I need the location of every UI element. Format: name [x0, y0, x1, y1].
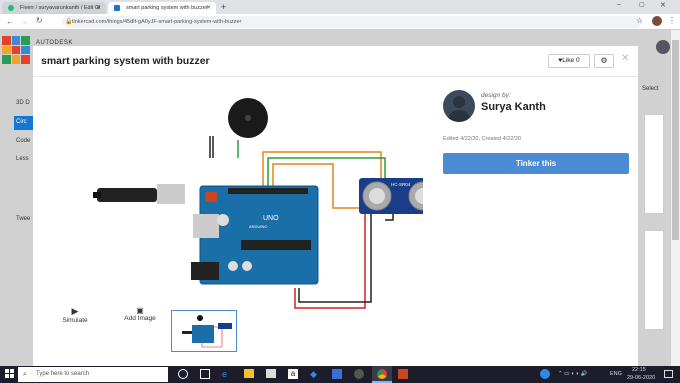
tray-icons[interactable]: ⌃ ▭ ◖ ◗ 🔊: [558, 371, 587, 377]
address-bar: ← → ↻ 🔒 tinkercad.com/things/45dIf-gA0yJ…: [0, 14, 680, 30]
simulate-button[interactable]: ▶ Simulate: [50, 306, 100, 324]
tab-label: smart parking system with buzzer: [126, 5, 208, 11]
edited-date: Edited 4/22/20, Created 4/22/20: [443, 136, 521, 142]
project-title: smart parking system with buzzer: [41, 55, 210, 67]
lock-icon: 🔒: [65, 19, 73, 25]
close-modal-icon[interactable]: ✕: [621, 53, 629, 64]
cortana-icon[interactable]: [178, 369, 188, 379]
author-avatar[interactable]: [443, 90, 475, 122]
edge-icon[interactable]: e: [222, 369, 227, 379]
bg-item-3d: 3D D: [16, 100, 30, 106]
project-modal: smart parking system with buzzer ♥Like 0…: [33, 46, 638, 366]
url-text: tinkercad.com/things/45dIf-gA0yJF-smart-…: [72, 19, 242, 25]
tab-label: Fiverr / suryavarunkanth / Edit Gi: [20, 5, 101, 11]
gear-icon: ⚙: [600, 56, 608, 65]
clock-date[interactable]: 29-06-2020: [627, 375, 655, 381]
app-icon[interactable]: [398, 369, 408, 379]
chrome-icon: [377, 369, 387, 379]
file-explorer-icon[interactable]: [244, 369, 254, 378]
bg-item-tweets: Twee: [16, 216, 31, 222]
sensor-label: HC-SR04: [391, 182, 411, 187]
designed-by-label: design by:: [481, 92, 511, 99]
bg-item-lessons: Less: [16, 156, 29, 162]
simulate-label: Simulate: [62, 317, 88, 324]
bg-card: [644, 114, 664, 214]
board-brand-label: ARDUINO: [249, 224, 267, 229]
tinkercad-favicon-icon: [114, 5, 120, 11]
task-view-icon[interactable]: [200, 369, 210, 379]
bg-item-code: Code: [16, 138, 31, 144]
windows-taskbar: ⌕ Type here to search e a ◆ ⌃ ▭ ◖ ◗ 🔊 EN…: [0, 366, 680, 383]
bg-item-circuits: Circ: [14, 116, 34, 130]
url-field[interactable]: 🔒 tinkercad.com/things/45dIf-gA0yJF-smar…: [62, 16, 642, 28]
close-tab-icon[interactable]: ✕: [96, 4, 101, 11]
like-label: Like 0: [562, 57, 580, 64]
tab-tinkercad[interactable]: smart parking system with buzzer ✕: [108, 2, 216, 14]
bg-select-text: Select: [642, 86, 659, 92]
circuit-preview[interactable]: UNO ARDUINO HC-SR04: [63, 80, 441, 330]
play-icon: ▶: [71, 306, 79, 316]
page-scrollbar[interactable]: [671, 30, 680, 366]
new-tab-icon[interactable]: +: [221, 2, 226, 12]
chrome-taskbar-button[interactable]: [372, 366, 392, 383]
settings-app-icon[interactable]: [354, 369, 364, 379]
store-icon[interactable]: [266, 369, 276, 378]
search-icon: ⌕: [23, 371, 27, 378]
notifications-icon[interactable]: [664, 370, 673, 378]
tab-fiverr[interactable]: Fiverr / suryavarunkanth / Edit Gi ✕: [2, 2, 106, 14]
word-icon[interactable]: [332, 369, 342, 379]
divider: [33, 76, 638, 77]
profile-avatar[interactable]: [652, 16, 662, 26]
dropbox-icon[interactable]: ◆: [310, 369, 317, 380]
tinker-this-button[interactable]: Tinker this: [443, 153, 629, 174]
search-placeholder: Type here to search: [36, 371, 90, 377]
author-name[interactable]: Surya Kanth: [481, 101, 546, 113]
reload-icon[interactable]: ↻: [36, 16, 43, 25]
bg-user-avatar: [656, 40, 670, 54]
clock-time[interactable]: 22:15: [632, 367, 646, 373]
back-icon[interactable]: ←: [6, 17, 14, 26]
help-tray-icon[interactable]: [540, 369, 550, 379]
fiverr-favicon-icon: [8, 5, 14, 11]
board-uno-label: UNO: [263, 215, 279, 222]
add-image-button[interactable]: ▣ Add Image: [115, 306, 165, 322]
settings-button[interactable]: ⚙: [594, 54, 614, 68]
add-image-label: Add Image: [124, 315, 156, 322]
circuit-thumbnail[interactable]: [171, 310, 237, 352]
page: AUTODESK 3D D Circ Code Less Twee Select…: [0, 30, 680, 366]
minimize-icon[interactable]: –: [617, 1, 621, 8]
forward-icon[interactable]: →: [20, 17, 28, 26]
windows-start-icon[interactable]: [5, 369, 14, 378]
bg-card: [644, 230, 664, 330]
menu-dots-icon[interactable]: ⋮: [668, 16, 676, 25]
language-indicator[interactable]: ENG: [610, 371, 622, 377]
amazon-icon[interactable]: a: [288, 369, 298, 379]
close-window-icon[interactable]: ✕: [660, 1, 666, 9]
taskbar-search-input[interactable]: ⌕ Type here to search: [18, 367, 168, 382]
browser-tab-bar: Fiverr / suryavarunkanth / Edit Gi ✕ sma…: [0, 0, 680, 14]
like-button[interactable]: ♥Like 0: [548, 54, 590, 68]
bookmark-star-icon[interactable]: ☆: [636, 16, 643, 25]
maximize-icon[interactable]: ▢: [639, 1, 645, 8]
tinkercad-logo[interactable]: [2, 36, 30, 64]
close-tab-icon[interactable]: ✕: [206, 4, 211, 11]
image-icon: ▣: [136, 306, 144, 315]
